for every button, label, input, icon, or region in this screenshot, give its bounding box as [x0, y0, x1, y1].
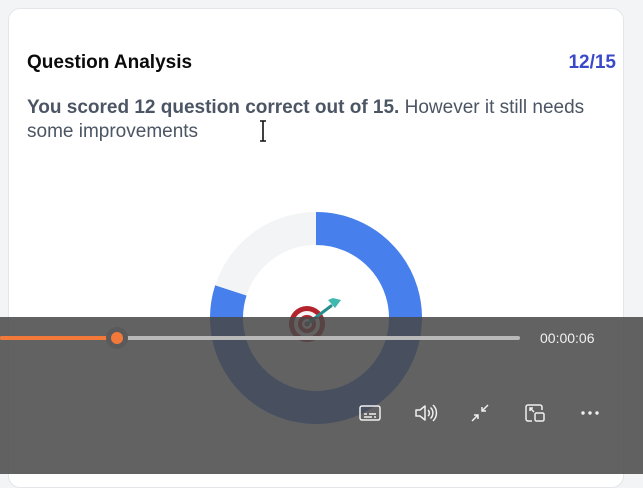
exit-fullscreen-button[interactable]: [467, 400, 493, 426]
volume-button[interactable]: [412, 400, 438, 426]
donut-slice-incorrect: [215, 212, 317, 296]
exit-fullscreen-icon: [471, 404, 489, 422]
subtitles-button[interactable]: [357, 400, 383, 426]
volume-icon: [415, 404, 438, 422]
picture-in-picture-button[interactable]: [522, 400, 548, 426]
score-summary: You scored 12 question correct out of 15…: [27, 96, 597, 144]
seek-bar[interactable]: [0, 336, 520, 340]
score-badge: 12/15: [568, 52, 616, 73]
card-title: Question Analysis: [27, 52, 193, 73]
summary-bold: You scored 12 question correct out of 15…: [27, 97, 400, 118]
playback-time: 00:00:06: [540, 330, 595, 346]
seek-handle[interactable]: [106, 327, 128, 349]
picture-in-picture-icon: [525, 404, 545, 422]
subtitles-icon: [359, 405, 381, 421]
seek-progress-fill: [0, 336, 117, 340]
text-cursor-icon: [260, 120, 266, 142]
more-icon: [581, 411, 599, 415]
more-options-button[interactable]: [577, 400, 603, 426]
